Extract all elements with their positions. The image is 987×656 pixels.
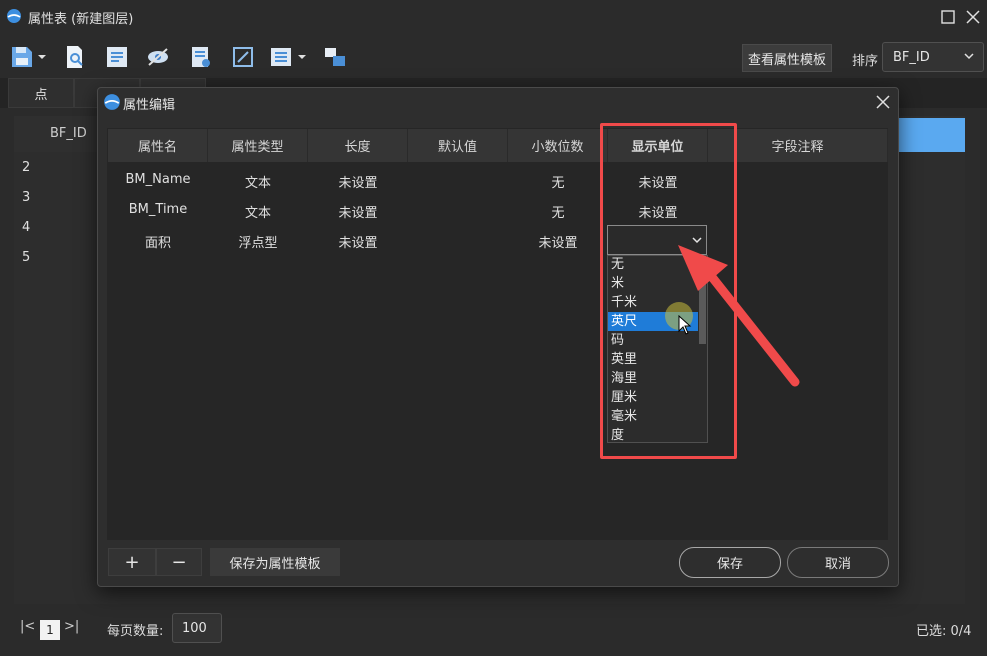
table-row[interactable]: 5 bbox=[22, 250, 30, 265]
close-icon[interactable] bbox=[873, 92, 893, 112]
zoom-to-icon[interactable] bbox=[62, 44, 88, 70]
field-type[interactable]: 文本 bbox=[208, 172, 308, 191]
field-decimals[interactable]: 无 bbox=[508, 202, 608, 221]
page-number[interactable]: 1 bbox=[40, 620, 60, 640]
save-as-template-button[interactable]: 保存为属性模板 bbox=[210, 548, 340, 576]
chevron-down-icon[interactable] bbox=[297, 52, 307, 62]
title-bar bbox=[0, 0, 987, 34]
chevron-down-icon[interactable] bbox=[37, 52, 47, 62]
field-length[interactable]: 未设置 bbox=[308, 202, 408, 221]
tab-point[interactable]: 点 bbox=[8, 78, 74, 108]
app-logo-icon bbox=[104, 94, 120, 110]
layers-icon[interactable] bbox=[322, 44, 348, 70]
col-header-length: 长度 bbox=[308, 129, 408, 162]
last-page-button[interactable]: >| bbox=[64, 619, 79, 634]
field-type[interactable]: 浮点型 bbox=[208, 232, 308, 251]
per-page-label: 每页数量: bbox=[107, 624, 164, 639]
table-row[interactable]: 4 bbox=[22, 220, 30, 235]
col-header-decimals: 小数位数 bbox=[508, 129, 608, 162]
col-header-name: 属性名 bbox=[108, 129, 208, 162]
maximize-icon[interactable] bbox=[937, 6, 959, 28]
field-type[interactable]: 文本 bbox=[208, 202, 308, 221]
field-length[interactable]: 未设置 bbox=[308, 232, 408, 251]
chevron-down-icon bbox=[964, 53, 974, 60]
field-decimals[interactable]: 无 bbox=[508, 172, 608, 191]
field-name[interactable]: 面积 bbox=[108, 232, 208, 251]
field-name[interactable]: BM_Name bbox=[108, 172, 208, 187]
col-header-type: 属性类型 bbox=[208, 129, 308, 162]
sort-label: 排序 bbox=[852, 54, 879, 69]
field-decimals[interactable]: 未设置 bbox=[508, 232, 608, 251]
dialog-title: 属性编辑 bbox=[123, 98, 176, 113]
close-icon[interactable] bbox=[962, 6, 984, 28]
export-icon[interactable] bbox=[104, 44, 130, 70]
remove-field-button[interactable]: − bbox=[156, 548, 202, 576]
hide-icon[interactable] bbox=[145, 44, 171, 70]
cancel-button[interactable]: 取消 bbox=[787, 547, 889, 578]
field-length[interactable]: 未设置 bbox=[308, 172, 408, 191]
column-header-bf-id[interactable]: BF_ID bbox=[50, 126, 87, 141]
save-button[interactable]: 保存 bbox=[679, 547, 781, 578]
selected-count: 已选: 0/4 bbox=[916, 624, 972, 639]
window-title: 属性表 (新建图层) bbox=[28, 12, 134, 27]
select-icon[interactable] bbox=[230, 44, 256, 70]
per-page-input[interactable]: 100 bbox=[172, 613, 222, 643]
table-row[interactable]: 3 bbox=[22, 190, 30, 205]
field-calc-icon[interactable] bbox=[188, 44, 214, 70]
view-template-button[interactable]: 查看属性模板 bbox=[742, 44, 832, 72]
first-page-button[interactable]: |< bbox=[20, 619, 35, 634]
col-header-default: 默认值 bbox=[408, 129, 508, 162]
sort-select[interactable]: BF_ID bbox=[882, 42, 984, 72]
add-field-button[interactable]: + bbox=[108, 548, 156, 576]
field-name[interactable]: BM_Time bbox=[108, 202, 208, 217]
app-logo-icon bbox=[7, 9, 21, 23]
annotation-arrow-icon bbox=[678, 245, 800, 387]
sort-value: BF_ID bbox=[893, 49, 930, 65]
attribute-table-window: 属性表 (新建图层) 查看属性模板 排序 BF_ID 点 BF_ID 2 3 4… bbox=[0, 0, 987, 656]
table-row[interactable]: 2 bbox=[22, 160, 30, 175]
column-header-selected[interactable] bbox=[896, 118, 965, 152]
save-icon[interactable] bbox=[9, 44, 35, 70]
columns-icon[interactable] bbox=[268, 44, 294, 70]
